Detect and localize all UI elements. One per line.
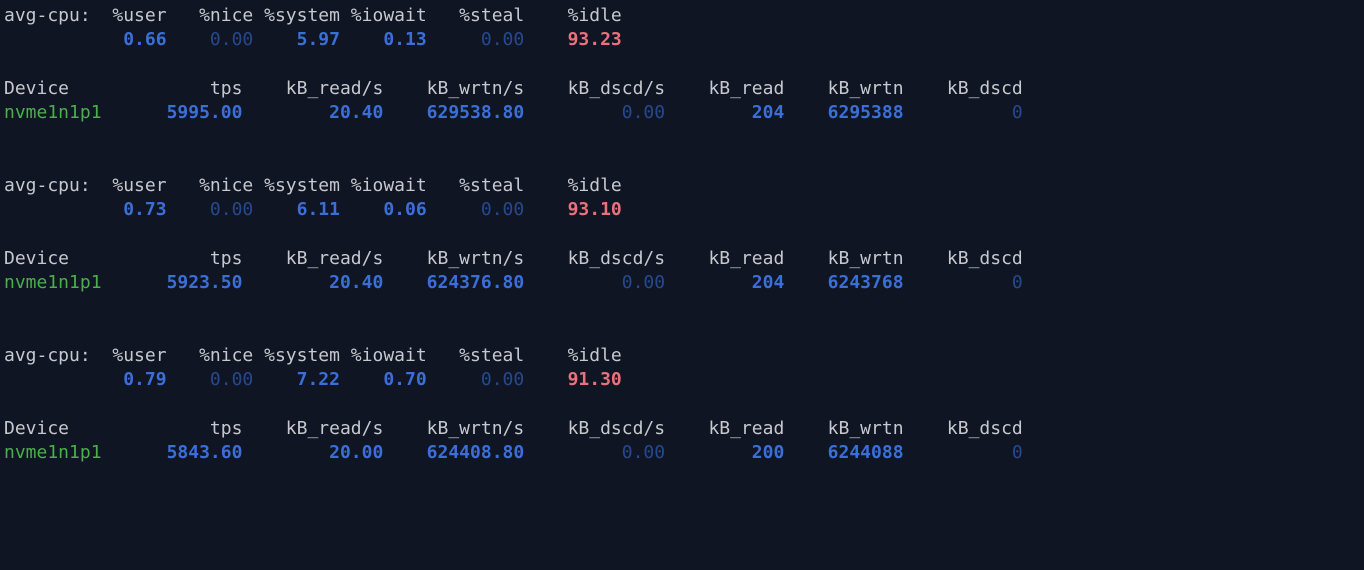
device-header: Device [4,78,102,99]
dev-col-5: kB_wrtn [784,78,903,99]
cpu-col-user: %user [91,5,167,26]
cpu-idle: 91.30 [524,369,622,390]
cpu-col-idle: %idle [524,175,622,196]
dev-kb-dscd-s: 0.00 [524,102,665,123]
dev-col-4: kB_read [665,78,784,99]
cpu-idle: 93.23 [524,29,622,50]
dev-col-6: kB_dscd [904,418,1023,439]
dev-col-0: tps [102,78,243,99]
cpu-iowait: 0.13 [340,29,427,50]
dev-kb-read: 204 [665,272,784,293]
dev-kb-dscd-s: 0.00 [524,272,665,293]
dev-tps: 5995.00 [102,102,243,123]
dev-col-2: kB_wrtn/s [383,78,524,99]
dev-tps: 5923.50 [102,272,243,293]
avg-cpu-label: avg-cpu: [4,175,91,196]
dev-kb-dscd-s: 0.00 [524,442,665,463]
device-name: nvme1n1p1 [4,442,102,463]
dev-col-3: kB_dscd/s [524,248,665,269]
cpu-iowait: 0.70 [340,369,427,390]
cpu-nice: 0.00 [167,29,254,50]
iostat-output: avg-cpu: %user %nice %system %iowait %st… [0,0,1364,466]
cpu-col-system: %system [253,345,340,366]
dev-col-0: tps [102,248,243,269]
cpu-system: 5.97 [253,29,340,50]
cpu-col-idle: %idle [524,345,622,366]
cpu-col-steal: %steal [427,175,525,196]
dev-col-6: kB_dscd [904,248,1023,269]
cpu-col-iowait: %iowait [340,345,427,366]
dev-kb-read: 200 [665,442,784,463]
cpu-user: 0.79 [91,369,167,390]
cpu-col-user: %user [91,345,167,366]
dev-kb-wrtn: 6243768 [784,272,903,293]
dev-kb-read-s: 20.40 [242,102,383,123]
dev-col-5: kB_wrtn [784,418,903,439]
device-name: nvme1n1p1 [4,272,102,293]
cpu-nice: 0.00 [167,199,254,220]
cpu-col-idle: %idle [524,5,622,26]
dev-col-3: kB_dscd/s [524,78,665,99]
dev-col-1: kB_read/s [242,248,383,269]
dev-col-0: tps [102,418,243,439]
cpu-col-nice: %nice [167,5,254,26]
avg-cpu-label: avg-cpu: [4,5,91,26]
cpu-col-steal: %steal [427,5,525,26]
cpu-iowait: 0.06 [340,199,427,220]
dev-kb-wrtn-s: 624376.80 [383,272,524,293]
dev-col-2: kB_wrtn/s [383,248,524,269]
dev-kb-dscd: 0 [904,272,1023,293]
dev-col-5: kB_wrtn [784,248,903,269]
dev-kb-dscd: 0 [904,442,1023,463]
dev-kb-read: 204 [665,102,784,123]
dev-kb-wrtn-s: 629538.80 [383,102,524,123]
device-header: Device [4,418,102,439]
device-header: Device [4,248,102,269]
device-name: nvme1n1p1 [4,102,102,123]
dev-kb-dscd: 0 [904,102,1023,123]
dev-col-3: kB_dscd/s [524,418,665,439]
dev-col-4: kB_read [665,418,784,439]
cpu-user: 0.73 [91,199,167,220]
cpu-col-system: %system [253,5,340,26]
cpu-system: 7.22 [253,369,340,390]
cpu-col-user: %user [91,175,167,196]
cpu-col-steal: %steal [427,345,525,366]
dev-col-1: kB_read/s [242,78,383,99]
dev-tps: 5843.60 [102,442,243,463]
cpu-col-system: %system [253,175,340,196]
dev-col-6: kB_dscd [904,78,1023,99]
dev-kb-read-s: 20.00 [242,442,383,463]
cpu-steal: 0.00 [427,29,525,50]
dev-kb-wrtn: 6244088 [784,442,903,463]
cpu-steal: 0.00 [427,199,525,220]
cpu-col-iowait: %iowait [340,5,427,26]
dev-col-4: kB_read [665,248,784,269]
cpu-user: 0.66 [91,29,167,50]
cpu-steal: 0.00 [427,369,525,390]
dev-kb-read-s: 20.40 [242,272,383,293]
dev-kb-wrtn: 6295388 [784,102,903,123]
cpu-nice: 0.00 [167,369,254,390]
cpu-col-nice: %nice [167,175,254,196]
cpu-idle: 93.10 [524,199,622,220]
cpu-system: 6.11 [253,199,340,220]
dev-col-2: kB_wrtn/s [383,418,524,439]
avg-cpu-label: avg-cpu: [4,345,91,366]
cpu-col-nice: %nice [167,345,254,366]
dev-col-1: kB_read/s [242,418,383,439]
cpu-col-iowait: %iowait [340,175,427,196]
dev-kb-wrtn-s: 624408.80 [383,442,524,463]
